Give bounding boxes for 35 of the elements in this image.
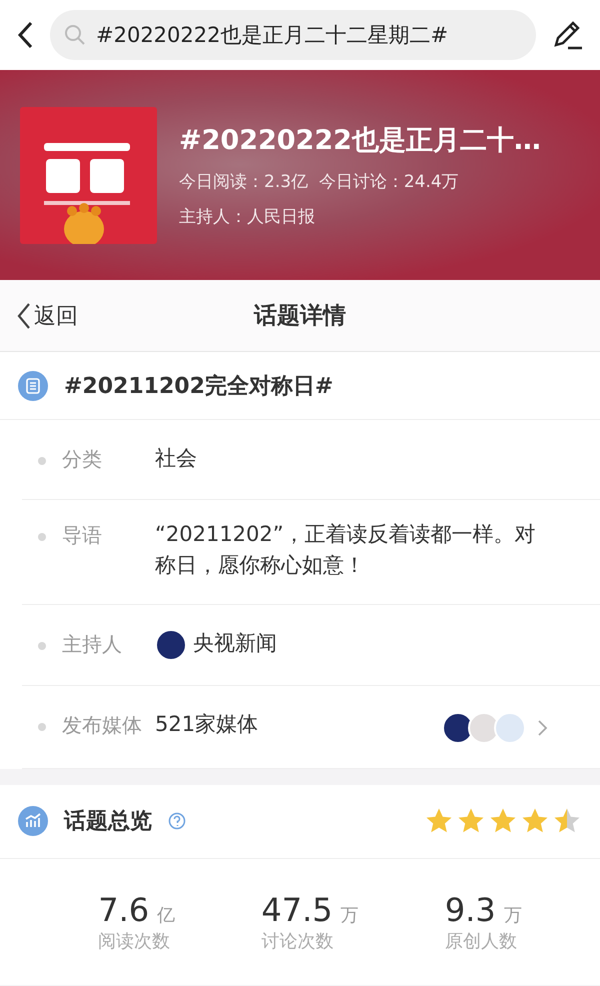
detail-label: 发布媒体 — [62, 712, 143, 738]
stat-unit: 亿 — [157, 904, 176, 926]
detail-label: 分类 — [62, 446, 103, 473]
list-icon — [18, 370, 48, 400]
detail-label: 导语 — [62, 522, 103, 548]
stat-label: 阅读次数 — [98, 930, 170, 952]
stat-label: 原创人数 — [444, 930, 517, 952]
bullet-icon — [38, 642, 46, 650]
detail-value[interactable]: 521家媒体 — [155, 708, 258, 740]
stat-number: 47.5 — [261, 890, 333, 928]
stat-unit: 万 — [340, 904, 359, 926]
search-field[interactable]: #20220222也是正月二十二星期二# — [50, 10, 536, 60]
search-text: #20220222也是正月二十二星期二# — [96, 22, 448, 49]
topic-title: #20220222也是正月二十… — [179, 124, 541, 158]
help-icon[interactable] — [168, 812, 186, 830]
detail-value: “20211202”，正着读反着读都一样。对称日，愿你称心如意！ — [155, 520, 537, 579]
bullet-icon — [38, 532, 46, 540]
chart-icon — [18, 806, 48, 836]
host-text: 主持人：人民日报 — [179, 206, 316, 228]
page-title: 话题详情 — [254, 302, 346, 331]
detail-label: 主持人 — [62, 630, 123, 658]
bullet-icon — [38, 722, 46, 730]
detail-value: 央视新闻 — [193, 630, 277, 656]
stat-unit: 万 — [504, 904, 522, 926]
bullet-icon — [38, 457, 46, 465]
topic-name: #20211202完全对称日# — [64, 372, 334, 400]
stat-label: 讨论次数 — [261, 930, 334, 952]
back-icon — [16, 302, 32, 330]
stat-number: 9.3 — [444, 890, 496, 928]
detail-value: 社会 — [155, 445, 198, 472]
overview-title: 话题总览 — [64, 808, 152, 836]
stat-number: 7.6 — [98, 890, 150, 928]
search-icon — [64, 24, 86, 46]
back-link[interactable]: 返回 — [0, 300, 78, 330]
today-stats: 今日阅读：2.3亿 今日讨论：24.4万 — [179, 171, 460, 193]
